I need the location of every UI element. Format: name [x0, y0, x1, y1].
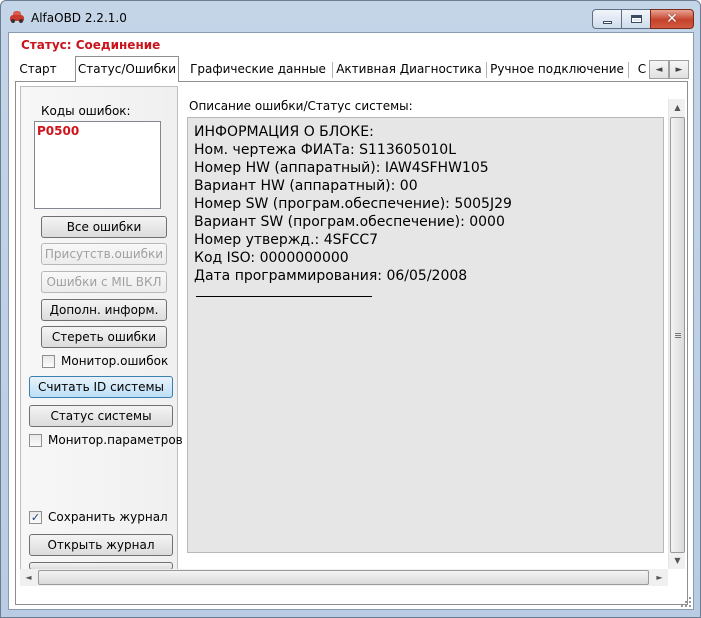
window-title: AlfaOBD 2.2.1.0 [31, 11, 127, 25]
close-button[interactable]: ✕ [650, 9, 694, 29]
tab-graphic-data[interactable]: Графические данные [187, 59, 329, 81]
info-line: Ном. чертежа ФИАТа: S113605010L [194, 142, 456, 158]
tab-manual-connection[interactable]: Ручное подключение [489, 59, 625, 81]
all-errors-button[interactable]: Все ошибки [41, 216, 167, 238]
read-system-id-button[interactable]: Считать ID системы [29, 376, 173, 398]
monitor-params-checkbox[interactable]: Монитор.параметров [29, 433, 183, 447]
tab-active-diagnostics[interactable]: Активная Диагностика [336, 59, 482, 81]
system-status-button[interactable]: Статус системы [29, 405, 173, 427]
list-item[interactable]: P0500 [37, 124, 79, 138]
info-line: Вариант HW (аппаратный): 00 [194, 178, 418, 194]
scroll-down-icon[interactable]: ▼ [669, 552, 686, 569]
maximize-icon [630, 15, 642, 23]
app-window: AlfaOBD 2.2.1.0 ✕ Статус: Соединение Ста… [0, 0, 701, 618]
close-icon: ✕ [666, 11, 678, 27]
resize-grip-icon[interactable] [681, 597, 691, 607]
monitor-params-label: Монитор.параметров [48, 433, 183, 447]
open-log-button[interactable]: Открыть журнал [29, 534, 173, 556]
car-icon [10, 11, 24, 23]
monitor-errors-checkbox[interactable]: Монитор.ошибок [42, 354, 168, 368]
scroll-up-icon[interactable]: ▲ [669, 99, 686, 116]
info-line: Номер SW (програм.обеспечение): 5005J29 [194, 196, 512, 212]
scroll-left-icon[interactable]: ◄ [20, 569, 37, 586]
info-line: Вариант SW (програм.обеспечение): 0000 [194, 214, 505, 230]
save-log-checkbox[interactable]: ✓ Сохранить журнал [29, 510, 168, 524]
minimize-icon [602, 21, 612, 24]
info-line: Номер утвержд.: 4SFCC7 [194, 232, 379, 248]
check-icon[interactable]: ✓ [29, 510, 42, 524]
checkbox-box[interactable] [42, 354, 55, 368]
connection-status: Статус: Соединение [21, 38, 161, 52]
present-errors-button[interactable]: Присутств.ошибки [41, 243, 167, 265]
maximize-button[interactable] [621, 9, 651, 29]
tab-scroll-left-button[interactable]: ◄ [649, 60, 669, 79]
clear-errors-button[interactable]: Стереть ошибки [41, 326, 167, 348]
mil-on-errors-button[interactable]: Ошибки с MIL ВКЛ [41, 271, 167, 293]
vertical-scrollbar[interactable]: ▲ ▼ [668, 99, 685, 569]
tab-truncated[interactable]: С [634, 59, 650, 81]
tab-strip: Старт Статус/Ошибки Графические данные А… [9, 55, 693, 82]
tab-scroll-buttons: ◄ ► [649, 60, 689, 79]
save-log-label: Сохранить журнал [48, 510, 168, 524]
description-textbox[interactable]: ИНФОРМАЦИЯ О БЛОКЕ: Ном. чертежа ФИАТа: … [187, 117, 664, 553]
description-label: Описание ошибки/Статус системы: [189, 99, 413, 113]
client-area: Статус: Соединение Старт Статус/Ошибки Г… [8, 32, 694, 610]
info-line: Код ISO: 0000000000 [194, 250, 349, 266]
info-line: Номер HW (аппаратный): IAW4SFHW105 [194, 160, 489, 176]
scroll-right-icon[interactable]: ► [651, 569, 668, 586]
horizontal-scrollbar[interactable]: ◄ ► [20, 569, 668, 586]
tab-status-errors[interactable]: Статус/Ошибки [75, 56, 179, 82]
more-info-button[interactable]: Дополн. информ. [41, 299, 167, 321]
error-codes-label: Коды ошибок: [41, 104, 131, 118]
error-codes-list[interactable]: P0500 [34, 121, 161, 209]
title-bar[interactable]: AlfaOBD 2.2.1.0 ✕ [1, 1, 700, 31]
tab-start[interactable]: Старт [15, 59, 61, 81]
vertical-scroll-thumb[interactable] [670, 117, 685, 553]
tab-scroll-right-button[interactable]: ► [669, 60, 689, 79]
checkbox-box[interactable] [29, 433, 42, 447]
info-line: Дата программирования: 06/05/2008 [194, 268, 468, 284]
divider [196, 296, 372, 297]
minimize-button[interactable] [592, 9, 622, 29]
monitor-errors-label: Монитор.ошибок [61, 354, 169, 368]
info-line: ИНФОРМАЦИЯ О БЛОКЕ: [194, 124, 374, 140]
horizontal-scroll-thumb[interactable] [38, 570, 649, 585]
